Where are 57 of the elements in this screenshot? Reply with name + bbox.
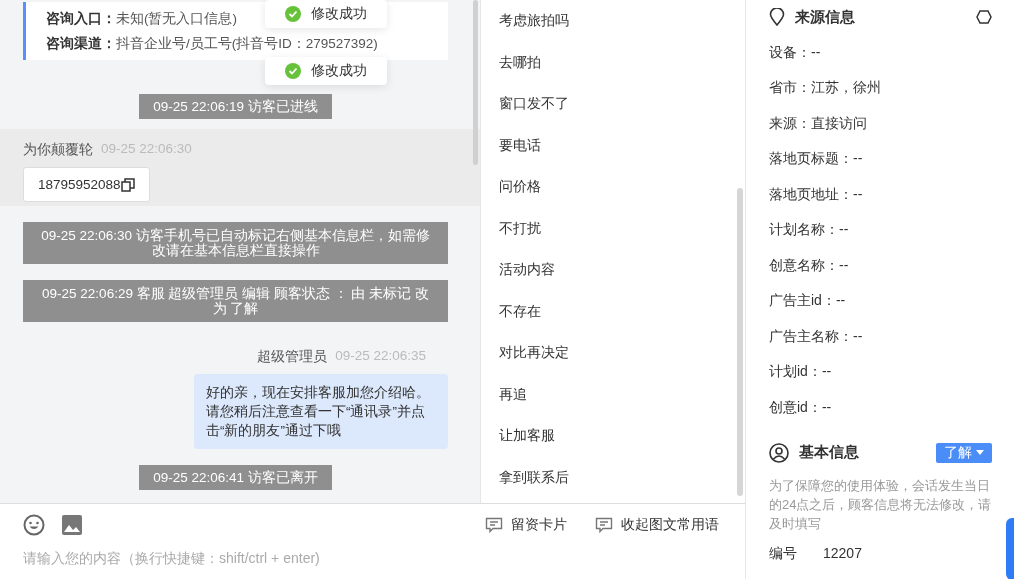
scrollbar[interactable] bbox=[737, 188, 743, 496]
hexagon-icon[interactable] bbox=[976, 9, 992, 25]
toolbar-button[interactable]: 留资卡片 bbox=[473, 516, 567, 534]
caret-icon bbox=[976, 449, 984, 456]
info-line: 广告主id：-- bbox=[769, 292, 846, 311]
agent-bubble: 好的亲，现在安排客服加您介绍哈。请您稍后注意查看一下“通讯录”并点击“新的朋友”通过下哦 bbox=[194, 374, 448, 449]
info-line: 来源：直接访问 bbox=[769, 114, 867, 133]
success-icon bbox=[285, 63, 301, 79]
section-title: 基本信息 bbox=[799, 443, 859, 462]
phone-bubble: 18795952088 bbox=[23, 167, 150, 202]
section-title: 来源信息 bbox=[795, 7, 855, 27]
chat-bubble-icon bbox=[595, 517, 613, 533]
quick-reply-item[interactable]: 窗口发不了 bbox=[481, 83, 745, 125]
system-message: 09-25 22:06:29 客服 超级管理员 编辑 顾客状态 ： 由 未标记 改为 了解 bbox=[23, 280, 448, 322]
toast-message: 修改成功 bbox=[265, 57, 387, 85]
quick-reply-item[interactable]: 再追 bbox=[481, 373, 745, 415]
user-icon bbox=[769, 442, 789, 463]
quick-reply-item[interactable]: 让加客服 bbox=[481, 415, 745, 457]
quick-reply-item[interactable]: 不打扰 bbox=[481, 207, 745, 249]
location-pin-icon bbox=[769, 8, 785, 26]
system-message: 09-25 22:06:19 访客已进线 bbox=[139, 94, 332, 119]
info-line: 计划id：-- bbox=[769, 363, 832, 382]
image-icon[interactable] bbox=[61, 514, 83, 536]
info-line: 落地页地址：-- bbox=[769, 185, 863, 204]
quick-reply-item[interactable]: 不存在 bbox=[481, 290, 745, 332]
sender-name: 超级管理员 bbox=[257, 348, 328, 366]
message-time: 09-25 22:06:35 bbox=[335, 348, 426, 365]
scrollbar[interactable] bbox=[473, 0, 478, 165]
info-line: 落地页标题：-- bbox=[769, 150, 863, 169]
info-line: 创意名称：-- bbox=[769, 256, 849, 275]
notice-text: 为了保障您的使用体验，会话发生当日的24点之后，顾客信息将无法修改，请及时填写 bbox=[769, 476, 992, 533]
quick-reply-item[interactable]: 对比再决定 bbox=[481, 332, 745, 374]
emoji-icon[interactable] bbox=[23, 514, 45, 536]
quick-reply-item[interactable]: 考虑旅拍吗 bbox=[481, 0, 745, 42]
info-line: 设备：-- bbox=[769, 43, 821, 62]
system-message: 09-25 22:06:30 访客手机号已自动标记右侧基本信息栏，如需修改请在基本信息栏直接操作 bbox=[23, 222, 448, 264]
info-line: 省市：江苏，徐州 bbox=[769, 79, 881, 98]
toast-message: 修改成功 bbox=[265, 0, 387, 28]
system-message: 09-25 22:06:41 访客已离开 bbox=[139, 465, 332, 490]
field-label: 编号 bbox=[769, 544, 797, 563]
info-line: 咨询入口：未知(暂无入口信息) bbox=[46, 10, 237, 28]
copy-icon[interactable] bbox=[120, 177, 135, 192]
info-line: 计划名称：-- bbox=[769, 221, 849, 240]
floating-button[interactable] bbox=[1006, 518, 1014, 579]
quick-reply-item[interactable]: 问价格 bbox=[481, 166, 745, 208]
info-line: 创意id：-- bbox=[769, 398, 832, 417]
info-line: 广告主名称：-- bbox=[769, 327, 863, 346]
sender-name: 为你颠覆轮 bbox=[23, 141, 93, 159]
toolbar-button[interactable]: 收起图文常用语 bbox=[583, 516, 719, 534]
field-value: 12207 bbox=[823, 544, 862, 563]
success-icon bbox=[285, 6, 301, 22]
quick-reply-item[interactable]: 活动内容 bbox=[481, 249, 745, 291]
chat-bubble-icon bbox=[485, 517, 503, 533]
quick-reply-item[interactable]: 去哪拍 bbox=[481, 41, 745, 83]
quick-reply-item[interactable]: 要电话 bbox=[481, 124, 745, 166]
info-line: 咨询渠道：抖音企业号/员工号(抖音号ID：279527392) bbox=[46, 35, 378, 53]
quick-reply-item[interactable]: 拿到联系后 bbox=[481, 456, 745, 498]
